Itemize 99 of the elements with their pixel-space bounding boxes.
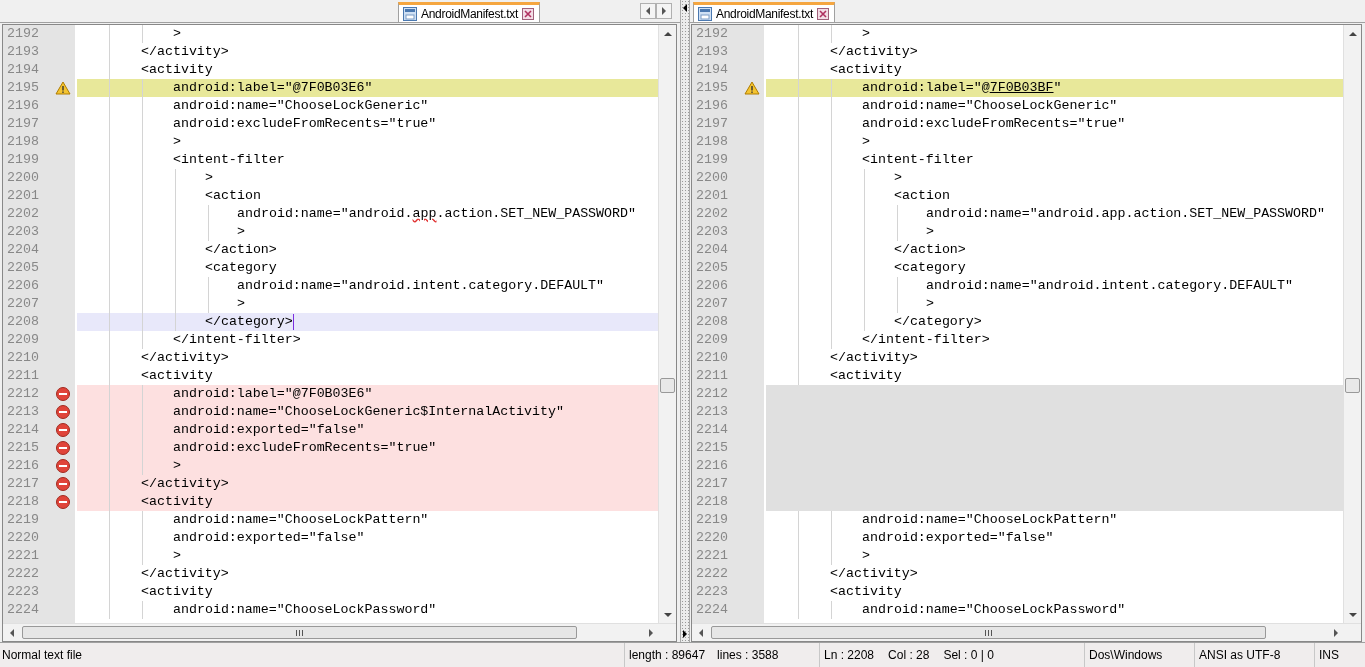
- minus-circle-icon: [56, 405, 70, 419]
- status-text: Normal text file: [2, 648, 83, 662]
- line-number: 2214: [6, 421, 40, 439]
- line-number: 2216: [6, 457, 40, 475]
- line-number: 2211: [695, 367, 729, 385]
- line-number: 2200: [695, 169, 729, 187]
- line-number: 2205: [695, 259, 729, 277]
- line-number: 2224: [6, 601, 40, 619]
- line-number: 2192: [6, 25, 40, 43]
- line-number: 2197: [6, 115, 40, 133]
- scrollbar-thumb[interactable]: [1345, 378, 1360, 393]
- line-number: 2221: [695, 547, 729, 565]
- line-number: 2204: [695, 241, 729, 259]
- line-number: 2208: [6, 313, 40, 331]
- line-number: 2209: [695, 331, 729, 349]
- status-text: length : 89647: [629, 648, 706, 662]
- line-number: 2223: [6, 583, 40, 601]
- line-number: 2222: [695, 565, 729, 583]
- line-number: 2203: [6, 223, 40, 241]
- line-number: 2216: [695, 457, 729, 475]
- line-number: 2197: [695, 115, 729, 133]
- line-number: 2217: [6, 475, 40, 493]
- line-number: 2199: [6, 151, 40, 169]
- line-number: 2204: [6, 241, 40, 259]
- tab-scroll-right-button[interactable]: [656, 3, 672, 19]
- splitter-handle[interactable]: [680, 0, 690, 643]
- warning-icon: [55, 81, 71, 95]
- file-tab[interactable]: AndroidManifest.txt: [693, 2, 835, 22]
- line-number: 2218: [695, 493, 729, 511]
- line-number: 2222: [6, 565, 40, 583]
- status-text: ANSI as UTF-8: [1199, 648, 1281, 662]
- line-number: 2213: [695, 403, 729, 421]
- line-number: 2206: [6, 277, 40, 295]
- line-number: 2215: [6, 439, 40, 457]
- status-text: Dos\Windows: [1089, 648, 1163, 662]
- line-number: 2193: [695, 43, 729, 61]
- status-text: Col : 28: [888, 648, 930, 662]
- line-number: 2207: [6, 295, 40, 313]
- line-number: 2195: [695, 79, 729, 97]
- line-number: 2217: [695, 475, 729, 493]
- line-number: 2195: [6, 79, 40, 97]
- scrollbar-thumb[interactable]: [711, 626, 1266, 640]
- text-cursor: [292, 314, 294, 330]
- line-number: 2223: [695, 583, 729, 601]
- minus-circle-icon: [56, 477, 70, 491]
- line-number: 2202: [6, 205, 40, 223]
- line-number: 2210: [6, 349, 40, 367]
- line-number: 2212: [695, 385, 729, 403]
- line-number: 2208: [695, 313, 729, 331]
- minus-circle-icon: [56, 387, 70, 401]
- line-number: 2194: [695, 61, 729, 79]
- document-icon: [698, 6, 712, 21]
- minus-circle-icon: [56, 441, 70, 455]
- line-number: 2209: [6, 331, 40, 349]
- line-number: 2201: [6, 187, 40, 205]
- status-text: INS: [1319, 648, 1339, 662]
- line-number: 2206: [695, 277, 729, 295]
- line-number: 2203: [695, 223, 729, 241]
- document-icon: [403, 6, 417, 21]
- line-number: 2193: [6, 43, 40, 61]
- line-number: 2224: [695, 601, 729, 619]
- line-number: 2211: [6, 367, 40, 385]
- line-number: 2215: [695, 439, 729, 457]
- line-number: 2219: [695, 511, 729, 529]
- line-number: 2210: [695, 349, 729, 367]
- line-number: 2194: [6, 61, 40, 79]
- status-text: Ln : 2208: [824, 648, 875, 662]
- line-number: 2201: [695, 187, 729, 205]
- line-number: 2214: [695, 421, 729, 439]
- status-text: Sel : 0 | 0: [943, 648, 994, 662]
- line-number: 2221: [6, 547, 40, 565]
- line-number: 2207: [695, 295, 729, 313]
- status-text: lines : 3588: [717, 648, 779, 662]
- line-number: 2218: [6, 493, 40, 511]
- minus-circle-icon: [56, 459, 70, 473]
- line-number: 2198: [695, 133, 729, 151]
- close-icon[interactable]: [522, 7, 534, 20]
- warning-icon: [744, 81, 760, 95]
- line-number: 2196: [6, 97, 40, 115]
- line-number: 2196: [695, 97, 729, 115]
- scrollbar-thumb[interactable]: [660, 378, 675, 393]
- scrollbar-thumb[interactable]: [22, 626, 577, 640]
- tab-scroll-left-button[interactable]: [640, 3, 656, 19]
- line-number: 2199: [695, 151, 729, 169]
- line-number: 2212: [6, 385, 40, 403]
- line-number: 2220: [695, 529, 729, 547]
- line-number: 2205: [6, 259, 40, 277]
- line-number: 2202: [695, 205, 729, 223]
- minus-circle-icon: [56, 423, 70, 437]
- file-tab[interactable]: AndroidManifest.txt: [398, 2, 540, 22]
- line-number: 2220: [6, 529, 40, 547]
- line-number: 2198: [6, 133, 40, 151]
- editor-text-area[interactable]: [3, 25, 658, 624]
- line-number: 2219: [6, 511, 40, 529]
- line-number: 2213: [6, 403, 40, 421]
- minus-circle-icon: [56, 495, 70, 509]
- line-number: 2192: [695, 25, 729, 43]
- line-number: 2200: [6, 169, 40, 187]
- close-icon[interactable]: [817, 7, 829, 20]
